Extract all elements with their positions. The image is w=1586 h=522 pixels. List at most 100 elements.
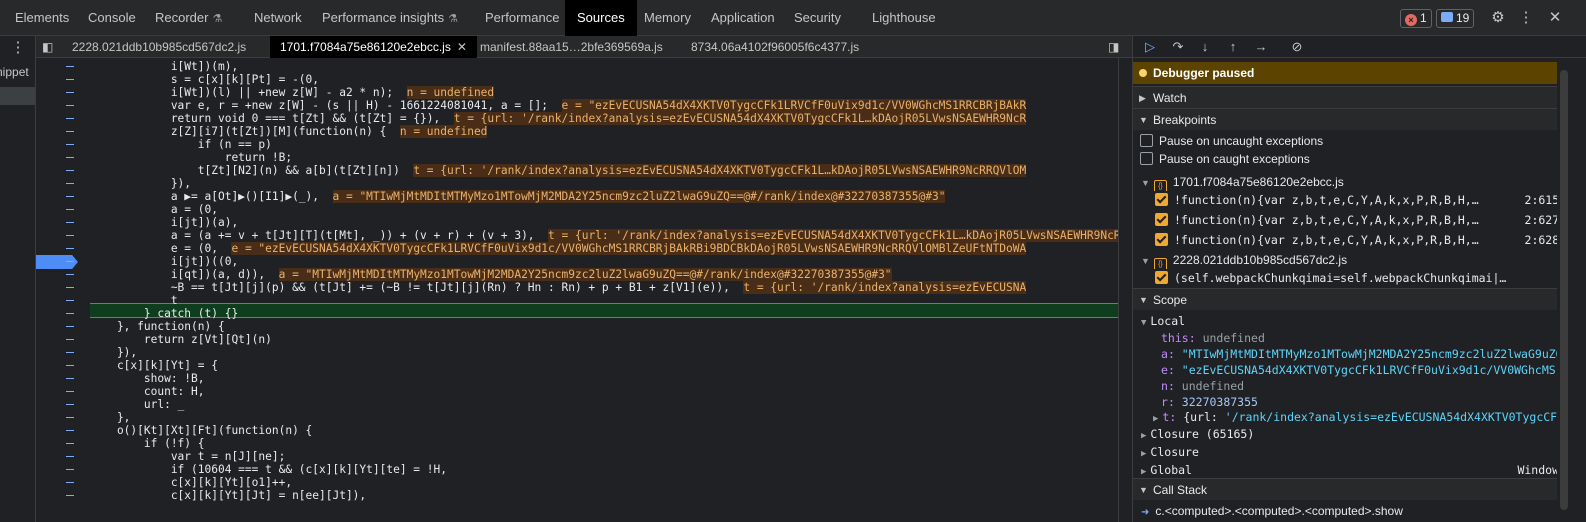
scope-var-t[interactable]: ▶ t: {url: '/rank/index?analysis=ezEvECUS… [1133, 408, 1577, 426]
code-line[interactable]: var t = n[J][ne]; [90, 450, 286, 463]
code-line[interactable]: if (n == p) [90, 138, 272, 151]
step-into-icon[interactable]: ↓ [1196, 38, 1214, 56]
breakpoints-section[interactable]: ▼ Breakpoints [1133, 108, 1557, 130]
pause-caught-option[interactable]: Pause on caught exceptions [1133, 150, 1564, 168]
closure-scope-2[interactable]: ▶ Closure [1133, 443, 1565, 461]
tab-performance[interactable]: Performance [485, 0, 559, 36]
line-gutter[interactable] [36, 58, 90, 522]
toggle-navigator-icon[interactable]: ◧ [42, 36, 53, 58]
code-line[interactable]: i[Wt])(l) || +new z[W] - a2 * n); n = un… [90, 86, 495, 99]
code-line[interactable]: url: _ [90, 398, 184, 411]
gutter-dash [66, 417, 74, 418]
breakpoint-marker[interactable] [36, 255, 78, 269]
code-line[interactable]: }), [90, 346, 137, 359]
code-line[interactable]: if (!f) { [90, 437, 205, 450]
code-line[interactable]: i[jt])((0, [90, 255, 238, 268]
code-line[interactable]: a = (0, [90, 203, 218, 216]
code-line[interactable]: a ▶= a[Ot]▶()[I1]▶(_), a = "MTIwMjMtMDIt… [90, 190, 946, 203]
more-options-icon[interactable]: ⋮ [1517, 9, 1535, 27]
breakpoint-item[interactable]: (self.webpackChunkqimai=self.webpackChun… [1133, 269, 1579, 287]
breakpoint-checkbox[interactable] [1155, 233, 1168, 246]
close-devtools-icon[interactable]: ✕ [1546, 9, 1564, 27]
bp-file-1701[interactable]: ▼{} 1701.f7084a75e86120e2ebcc.js [1133, 173, 1565, 191]
step-out-icon[interactable]: ↑ [1224, 38, 1242, 56]
code-line[interactable]: return void 0 === t[Zt] && (t[Zt] = {}),… [90, 112, 1027, 125]
more-navigator-icon[interactable]: ⋮ [9, 39, 27, 57]
local-scope[interactable]: ▼ Local [1133, 312, 1565, 330]
file-tab-manifest[interactable]: manifest.88aa15…2bfe369569a.js [480, 36, 663, 58]
code-line[interactable]: c[x][k][Yt] = { [90, 359, 218, 372]
code-line[interactable]: c[x][k][Yt][Jt] = n[ee][Jt]), [90, 489, 366, 502]
tab-performance-insights[interactable]: Performance insights ⚗ [322, 0, 458, 36]
navigator-selected-row[interactable] [0, 87, 35, 105]
code-line[interactable]: c[x][k][Yt][o1]++, [90, 476, 292, 489]
tab-security[interactable]: Security [794, 0, 841, 36]
tab-network[interactable]: Network [254, 0, 302, 36]
close-tab-icon[interactable]: ✕ [457, 40, 467, 54]
message-count-badge[interactable]: 19 [1436, 9, 1475, 28]
watch-section[interactable]: ▶ Watch [1133, 86, 1557, 108]
code-editor[interactable]: i[Wt])(m), s = c[x][k][Pt] = -(0, i[Wt])… [90, 58, 1118, 522]
code-line[interactable]: ~B == t[Jt][j](p) && (t[Jt] += (~B != t[… [90, 281, 1027, 294]
resume-icon[interactable]: ▷ [1141, 38, 1159, 56]
code-line[interactable]: }, function(n) { [90, 320, 225, 333]
bp-file-2228[interactable]: ▼{} 2228.021ddb10b985cd567dc2.js [1133, 251, 1565, 269]
checkbox[interactable] [1140, 152, 1153, 165]
breakpoint-checkbox[interactable] [1155, 271, 1168, 284]
error-count-badge[interactable]: × 1 [1400, 9, 1432, 28]
file-tab-2228[interactable]: 2228.021ddb10b985cd567dc2.js [72, 36, 246, 58]
editor-scrollbar[interactable] [1118, 58, 1132, 522]
code-line[interactable]: a = (a += v + t[Jt][T](t[Mt], _)) + (v +… [90, 229, 1118, 242]
gutter-dash [66, 235, 74, 236]
breakpoint-item[interactable]: !function(n){var z,b,t,e,C,Y,A,k,x,P,R,B… [1133, 191, 1579, 209]
closure-scope-1[interactable]: ▶ Closure (65165) [1133, 425, 1565, 443]
breakpoint-checkbox[interactable] [1155, 213, 1168, 226]
code-line[interactable]: i[Wt])(m), [90, 60, 238, 73]
global-scope[interactable]: ▶ Global Window [1133, 461, 1565, 479]
step-over-icon[interactable]: ↷ [1169, 38, 1187, 56]
pause-uncaught-option[interactable]: Pause on uncaught exceptions [1133, 132, 1564, 150]
tab-elements[interactable]: Elements [15, 0, 69, 36]
local-label: Local [1150, 314, 1186, 328]
code-line[interactable]: } catch (t) {} [90, 307, 238, 320]
call-stack-section[interactable]: ▼ Call Stack [1133, 478, 1557, 500]
code-line[interactable]: return z[Vt][Qt](n) [90, 333, 272, 346]
breakpoint-checkbox[interactable] [1155, 193, 1168, 206]
tab-memory[interactable]: Memory [644, 0, 691, 36]
tab-console[interactable]: Console [88, 0, 136, 36]
code-line[interactable]: }), [90, 177, 191, 190]
checkbox[interactable] [1140, 134, 1153, 147]
code-line[interactable]: i[qt])(a, d)), a = "MTIwMjMtMDItMTMyMzo1… [90, 268, 892, 281]
code-line[interactable]: o()[Kt][Xt][Ft](function(n) { [90, 424, 312, 437]
tab-application[interactable]: Application [711, 0, 775, 36]
code-line[interactable]: e = (0, e = "ezEvECUSNA54dX4XKTV0TygcCFk… [90, 242, 1027, 255]
code-line[interactable]: i[jt])(a), [90, 216, 238, 229]
deactivate-breakpoints-icon[interactable]: ⊘ [1288, 38, 1306, 56]
call-frame[interactable]: ➜ c.<computed>.<computed>.<computed>.show [1133, 502, 1565, 520]
breakpoint-item[interactable]: !function(n){var z,b,t,e,C,Y,A,k,x,P,R,B… [1133, 231, 1579, 249]
tab-sources[interactable]: Sources [565, 0, 637, 36]
code-line[interactable]: }, [90, 411, 130, 424]
code-text: if (n == p) [90, 138, 272, 151]
code-line[interactable]: t[Zt][N2](n) && a[b](t[Zt][n]) t = {url:… [90, 164, 1027, 177]
toggle-debugger-icon[interactable]: ◨ [1108, 36, 1119, 58]
code-line[interactable]: t [90, 294, 178, 307]
file-tab-1701[interactable]: 1701.f7084a75e86120e2ebcc.js ✕ [270, 36, 477, 58]
scrollbar-thumb[interactable] [1560, 70, 1568, 510]
code-line[interactable]: if (10604 === t && (c[x][k][Yt][te] = !H… [90, 463, 447, 476]
tab-lighthouse[interactable]: Lighthouse [872, 0, 936, 36]
code-line[interactable]: count: H, [90, 385, 205, 398]
snippets-tab[interactable]: nippet [0, 65, 29, 79]
breakpoint-item[interactable]: !function(n){var z,b,t,e,C,Y,A,k,x,P,R,B… [1133, 211, 1579, 229]
step-icon[interactable]: → [1252, 38, 1270, 56]
code-line[interactable]: var e, r = +new z[W] - (s || H) - 166122… [90, 99, 1027, 112]
code-line[interactable]: show: !B, [90, 372, 205, 385]
sidebar-scrollbar[interactable] [1557, 62, 1586, 522]
tab-recorder[interactable]: Recorder ⚗ [155, 0, 222, 36]
code-line[interactable]: return !B; [90, 151, 292, 164]
settings-gear-icon[interactable]: ⚙ [1489, 9, 1507, 27]
code-line[interactable]: s = c[x][k][Pt] = -(0, [90, 73, 319, 86]
scope-section[interactable]: ▼ Scope [1133, 288, 1557, 310]
file-tab-8734[interactable]: 8734.06a4102f96005f6c4377.js [691, 36, 859, 58]
code-line[interactable]: z[Z][i7](t[Zt])[M](function(n) { n = und… [90, 125, 488, 138]
